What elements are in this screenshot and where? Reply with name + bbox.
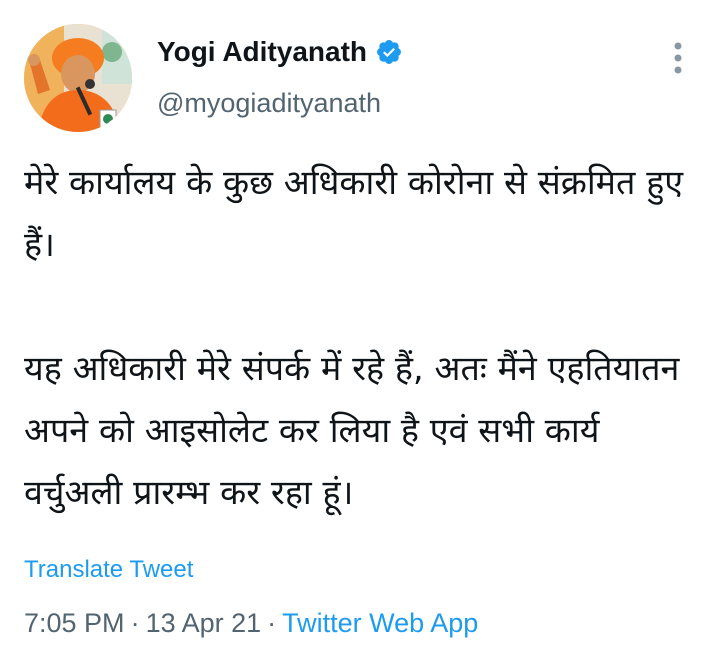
- verified-badge-icon: [375, 38, 403, 66]
- author-name-text: Yogi Adityanath: [157, 36, 367, 67]
- separator: ·: [267, 608, 277, 638]
- profile-avatar[interactable]: [24, 24, 132, 132]
- author-handle[interactable]: @myogiadityanath: [157, 88, 381, 119]
- avatar-photo: [24, 24, 132, 132]
- translate-tweet-link[interactable]: Translate Tweet: [24, 556, 193, 584]
- tweet-header: Yogi Adityanath @myogiadityanath: [24, 24, 696, 134]
- tweet-paragraph: मेरे कार्यालय के कुछ अधिकारी कोरोना से स…: [24, 163, 684, 265]
- tweet-time[interactable]: 7:05 PM: [24, 608, 125, 638]
- tweet-source-link[interactable]: Twitter Web App: [282, 608, 478, 638]
- tweet-paragraph: यह अधिकारी मेरे संपर्क में रहे हैं, अतः …: [24, 349, 680, 513]
- author-display-name[interactable]: Yogi Adityanath: [157, 36, 403, 68]
- tweet-date[interactable]: 13 Apr 21: [146, 608, 262, 638]
- separator: ·: [130, 608, 140, 638]
- more-vertical-icon[interactable]: [668, 40, 688, 76]
- tweet-metadata: 7:05 PM · 13 Apr 21 · Twitter Web App: [24, 608, 478, 639]
- tweet-body: मेरे कार्यालय के कुछ अधिकारी कोरोना से स…: [24, 152, 704, 524]
